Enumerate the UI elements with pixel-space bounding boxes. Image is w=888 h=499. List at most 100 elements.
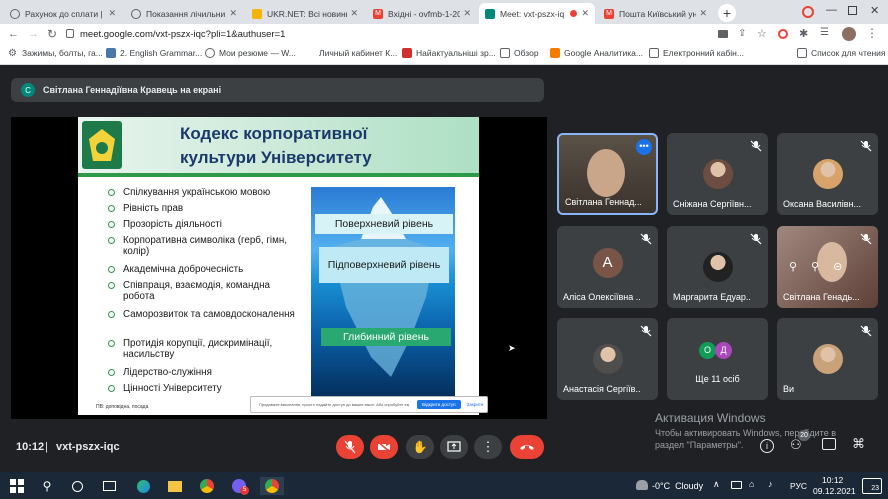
new-tab-button[interactable]: + xyxy=(718,4,736,22)
reading-list-icon[interactable]: ☰ xyxy=(820,27,829,38)
tab-pokazannia[interactable]: Показання лічильни ✕ xyxy=(125,3,243,24)
tile-controls[interactable]: ⚲⚲⊝ xyxy=(789,260,865,278)
clock-time[interactable]: 10:12 xyxy=(822,475,843,485)
back-icon[interactable]: ← xyxy=(8,28,19,40)
profile-avatar[interactable] xyxy=(842,27,856,41)
participant-tile[interactable]: Сніжана Сергіївн... xyxy=(667,133,768,215)
close-icon[interactable]: ✕ xyxy=(108,8,116,19)
chrome-icon[interactable] xyxy=(198,477,216,495)
leave-call-button[interactable] xyxy=(510,435,544,459)
participant-tile[interactable]: ⚲⚲⊝ Світлана Генадь... xyxy=(777,226,878,308)
camera-toggle-button[interactable] xyxy=(370,435,398,459)
menu-icon[interactable]: ⋮ xyxy=(866,26,878,40)
popup-dismiss-button[interactable]: Закрити xyxy=(467,402,484,407)
bullet-circle-icon xyxy=(108,340,115,347)
gmail-icon: M xyxy=(604,8,614,19)
viber-badge: 5 xyxy=(240,486,249,495)
meeting-info-button[interactable]: i xyxy=(760,439,774,453)
popup-allow-button[interactable]: Відкрити доступ xyxy=(417,400,461,409)
apps-icon[interactable]: ⚙ xyxy=(8,48,17,59)
participant-tile[interactable]: О Д Ще 11 осіб xyxy=(667,318,768,400)
participant-tile[interactable]: Оксана Василівн... xyxy=(777,133,878,215)
windows-start-button[interactable] xyxy=(8,477,26,495)
lock-icon xyxy=(66,29,74,38)
minimize-icon[interactable]: — xyxy=(826,4,837,16)
reload-icon[interactable]: ↻ xyxy=(47,27,57,41)
bookmark-4[interactable]: Личный кабинет К... xyxy=(319,48,397,58)
bookmark-3[interactable]: Мои резюме — W... xyxy=(205,48,296,58)
chat-button[interactable] xyxy=(822,438,836,450)
opera-extension-icon[interactable] xyxy=(778,29,788,39)
network-icon[interactable]: ⌂ xyxy=(749,479,754,489)
tab-ukrnet[interactable]: UKR.NET: Всі новини ✕ xyxy=(246,3,364,24)
bookmark-2[interactable]: 2. English Grammar... xyxy=(106,48,202,58)
present-button[interactable] xyxy=(440,435,468,459)
language-indicator[interactable]: РУС xyxy=(790,481,807,491)
bullet-circle-icon xyxy=(108,311,115,318)
iceberg-level-subsurface: Підповерхневий рівень xyxy=(319,247,449,283)
participant-tile[interactable]: ••• Світлана Геннад... xyxy=(557,133,658,215)
task-view-icon[interactable] xyxy=(100,477,118,495)
slide-bullet-item: Лідерство-служіння xyxy=(108,367,298,378)
tile-more-icon[interactable]: ••• xyxy=(636,139,652,155)
mic-muted-icon xyxy=(750,139,762,152)
close-icon[interactable]: ✕ xyxy=(463,8,471,19)
bookmark-6[interactable]: Обзор xyxy=(500,48,539,58)
gmail-icon: M xyxy=(373,8,383,19)
volume-icon[interactable]: ♪ xyxy=(768,479,773,489)
close-icon[interactable]: ✕ xyxy=(699,8,707,19)
activities-button[interactable]: ⌘ xyxy=(852,436,865,452)
bookmark-5[interactable]: Найактуальніші зр... xyxy=(402,48,496,58)
tab-gmail[interactable]: M Вхідні - ovfmb-1-20- ✕ xyxy=(367,3,477,24)
mic-toggle-button[interactable] xyxy=(336,435,364,459)
bookmark-1[interactable]: Зажимы, болты, га... xyxy=(22,48,103,58)
bookmark-7[interactable]: Google Аналитика... xyxy=(550,48,643,58)
page-icon xyxy=(205,48,215,58)
opera-icon[interactable] xyxy=(802,6,814,18)
bullet-text: Спілкування українською мовою xyxy=(123,187,271,198)
forward-icon[interactable]: → xyxy=(28,28,39,40)
star-icon[interactable]: ☆ xyxy=(757,27,767,40)
tray-expand-icon[interactable]: ∧ xyxy=(713,479,720,490)
tab-rahunok[interactable]: Рахунок до сплати | ✕ xyxy=(4,3,122,24)
file-explorer-icon[interactable] xyxy=(166,477,184,495)
presentation-slide: Кодекс корпоративної культури Університе… xyxy=(78,117,479,415)
analytics-icon xyxy=(550,48,560,58)
participant-tile[interactable]: А Аліса Олексіївна ... xyxy=(557,226,658,308)
close-icon[interactable]: ✕ xyxy=(350,8,358,19)
bookmark-8[interactable]: Електронний кабін... xyxy=(649,48,744,58)
tab-poshta[interactable]: M Пошта Київський унг ✕ xyxy=(598,3,713,24)
maximize-icon[interactable] xyxy=(848,6,857,15)
participant-tile[interactable]: Анастасія Сергіїв... xyxy=(557,318,658,400)
chrome-active-icon[interactable] xyxy=(260,477,284,495)
close-icon[interactable]: ✕ xyxy=(581,8,589,19)
url-field[interactable]: meet.google.com/vxt-pszx-iqc?pli=1&authu… xyxy=(80,29,285,40)
raise-hand-button[interactable]: ✋ xyxy=(406,435,434,459)
clock-date[interactable]: 09.12.2021 xyxy=(813,486,856,496)
edge-icon[interactable] xyxy=(134,477,152,495)
mic-off-icon xyxy=(344,440,356,454)
cortana-icon[interactable] xyxy=(68,477,86,495)
reading-list[interactable]: Список для чтения xyxy=(797,48,886,58)
slide-title-line2: культури Університету xyxy=(180,148,372,167)
camera-icon[interactable] xyxy=(718,30,728,38)
extensions-icon[interactable]: ✱ xyxy=(799,27,808,40)
more-vert-icon: ⋮ xyxy=(481,439,495,454)
share-icon[interactable]: ⇪ xyxy=(738,28,746,39)
search-icon[interactable]: ⚲ xyxy=(38,477,56,495)
bullet-text: Академічна доброчесність xyxy=(123,264,244,275)
participant-tile[interactable]: Маргарита Едуар... xyxy=(667,226,768,308)
close-window-icon[interactable]: ✕ xyxy=(870,4,879,17)
news-icon xyxy=(402,48,412,58)
university-logo xyxy=(82,121,122,169)
participant-tile[interactable]: Ви xyxy=(777,318,878,400)
participant-avatar: А xyxy=(592,248,623,278)
battery-icon[interactable] xyxy=(731,481,742,489)
close-icon[interactable]: ✕ xyxy=(229,8,237,19)
participant-avatar xyxy=(702,159,733,189)
more-options-button[interactable]: ⋮ xyxy=(474,435,502,459)
notifications-button[interactable]: 23 xyxy=(862,478,882,494)
participant-avatar xyxy=(702,252,733,282)
tab-meet[interactable]: Meet: vxt-pszx-iq ✕ xyxy=(479,3,595,24)
meeting-code: vxt-pszx-iqc xyxy=(56,441,120,453)
